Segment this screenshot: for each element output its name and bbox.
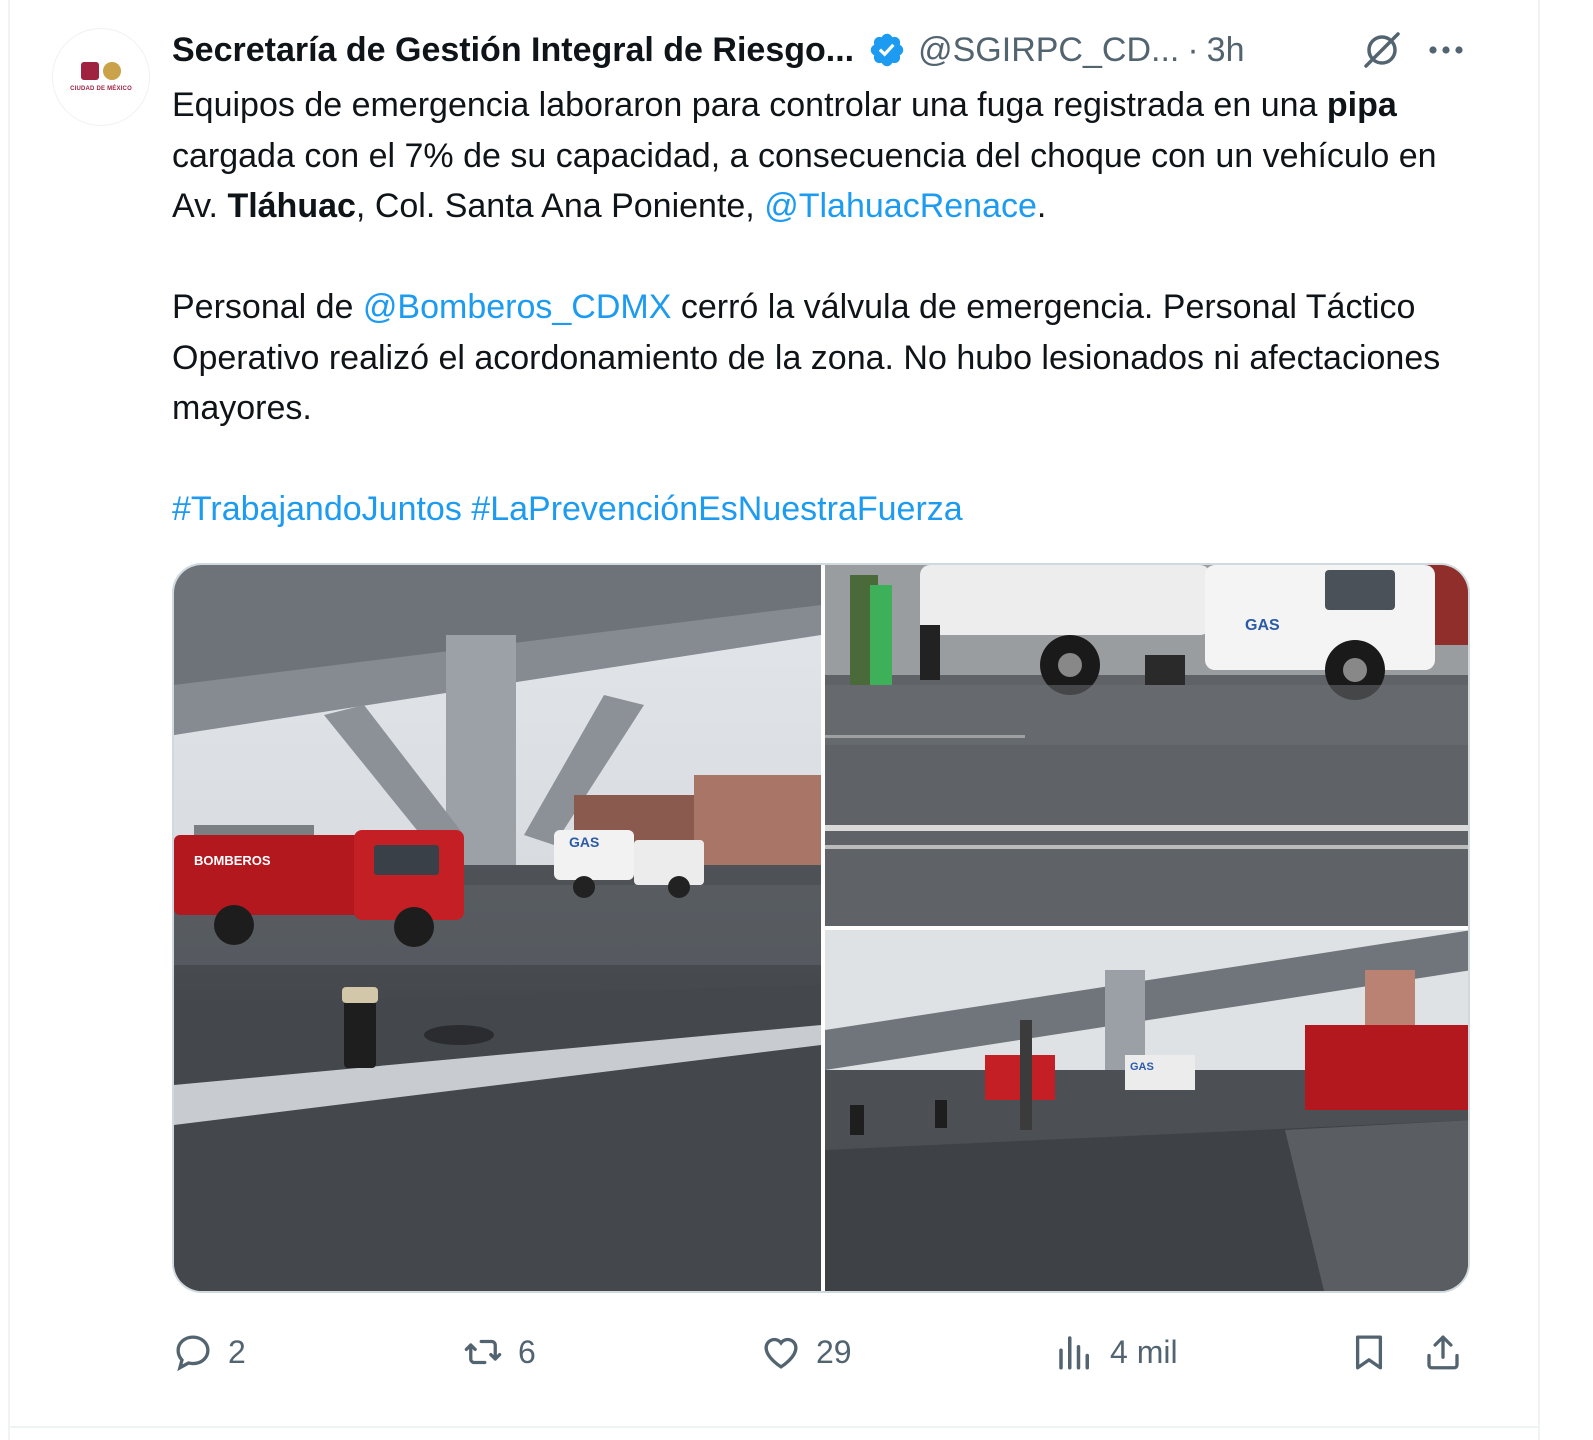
reply-count: 2 [228,1333,246,1370]
bold-word-pipa: pipa [1326,86,1397,124]
tweet-header: Secretaría de Gestión Integral de Riesgo… [172,22,1492,78]
grok-icon[interactable] [1360,28,1404,72]
mention-bomberos-cdmx[interactable]: @Bomberos_CDMX [363,288,672,326]
bookmark-button[interactable] [1348,1322,1404,1382]
retweet-button[interactable]: 6 [462,1322,536,1382]
photo-gas-truck-wet-road[interactable]: GAS [825,565,1468,926]
paragraph-1: Equipos de emergencia laboraron para con… [172,80,1482,232]
avatar[interactable]: CIUDAD DE MÉXICO [52,28,150,126]
retweet-count: 6 [518,1333,536,1370]
hashtag-trabajandojuntos[interactable]: #TrabajandoJuntos [172,490,462,528]
more-icon[interactable] [1424,30,1468,70]
avatar-logo-text: CIUDAD DE MÉXICO [70,86,132,92]
divider [8,1426,1540,1428]
share-icon [1427,1335,1459,1370]
mention-tlahuacrenace[interactable]: @TlahuacRenace [764,187,1037,225]
text-segment: . [1036,187,1047,225]
text-segment: Personal de [172,288,363,326]
photo-fire-truck-under-overpass[interactable]: GAS BOMBEROS [174,565,821,1291]
retweet-icon [464,1339,502,1365]
text-segment [462,490,471,528]
hashtag-laprevencion[interactable]: #LaPrevenciónEsNuestraFuerza [471,490,962,528]
logo-emblem [81,62,121,80]
truck-label: BOMBEROS [194,853,271,868]
like-icon [764,1337,798,1369]
reply-icon [176,1335,210,1372]
reply-button[interactable]: 2 [172,1322,246,1382]
tweet-text: Equipos de emergencia laboraron para con… [172,80,1482,535]
gas-label-2: GAS [1245,617,1280,634]
bookmark-icon [1355,1335,1383,1370]
views-button[interactable]: 4 mil [1054,1322,1178,1382]
bold-word-tlahuac: Tláhuac [227,187,356,225]
paragraph-2: Personal de @Bomberos_CDMX cerró la válv… [172,282,1482,434]
like-button[interactable]: 29 [760,1322,852,1382]
views-icon [1059,1336,1089,1370]
photo-overpass-scene[interactable]: GAS [825,930,1468,1291]
text-segment: Equipos de emergencia laboraron para con… [172,86,1327,124]
views-count: 4 mil [1110,1333,1178,1370]
timestamp[interactable]: 3h [1207,31,1245,70]
like-count: 29 [816,1333,852,1370]
separator-dot: · [1187,30,1199,69]
verified-badge-icon[interactable] [868,31,906,69]
media-grid: GAS BOMBEROS GAS GAS [172,563,1470,1293]
gas-label-1: GAS [569,834,599,850]
paragraph-3: #TrabajandoJuntos #LaPrevenciónEsNuestra… [172,484,1482,535]
action-bar: 2 6 29 4 mil [172,1322,1472,1382]
text-segment: , Col. Santa Ana Poniente, [355,187,765,225]
author-name[interactable]: Secretaría de Gestión Integral de Riesgo… [172,31,854,70]
author-handle[interactable]: @SGIRPC_CD... [918,31,1179,70]
share-button[interactable] [1422,1322,1478,1382]
gas-label-3: GAS [1130,1061,1154,1073]
